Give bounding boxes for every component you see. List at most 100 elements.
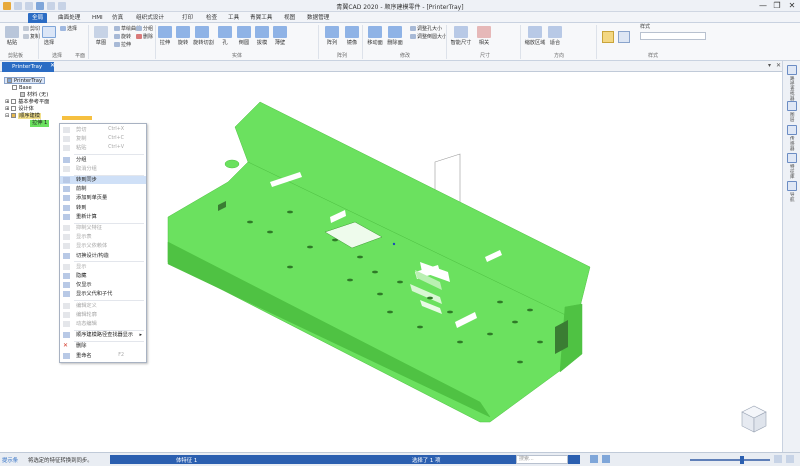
expand-icon[interactable]: ⊞ [5, 99, 9, 105]
fit-button[interactable]: 适合 [548, 26, 562, 46]
tab-surfacing[interactable]: 曲面处理 [58, 13, 80, 23]
graphics-window[interactable] [120, 72, 782, 452]
checkbox-icon[interactable] [11, 106, 17, 111]
context-menu-item[interactable]: 显示父代和子代 [60, 290, 146, 298]
zoom-area-button[interactable]: 缩放区域 [524, 26, 546, 46]
tab-tools[interactable]: 工具 [228, 13, 239, 23]
document-close-icon[interactable]: ✕ [776, 62, 781, 69]
resize-hole-button[interactable]: 调整孔大小 [410, 26, 442, 33]
tree-item-base[interactable]: Base [12, 85, 32, 92]
resize-round-button[interactable]: 调整倒圆大小 [410, 34, 447, 41]
collapse-icon[interactable]: ⊟ [5, 113, 9, 119]
part-model[interactable] [120, 72, 782, 452]
context-menu-item[interactable]: 剪切 Ctrl+X [60, 126, 146, 134]
context-menu-item[interactable]: 转到同步 [60, 176, 146, 184]
fit-view-icon[interactable] [774, 455, 782, 463]
tab-inspect[interactable]: 检查 [206, 13, 217, 23]
tab-print[interactable]: 打印 [182, 13, 193, 23]
tab-data-management[interactable]: 数据管理 [307, 13, 329, 23]
context-menu-item[interactable]: 动态编辑 [60, 320, 146, 328]
hole-button[interactable]: 孔 [218, 26, 232, 46]
round-button[interactable]: 倒圆 [236, 26, 252, 46]
group-small-button[interactable]: 分组 [136, 26, 153, 33]
extrude-small-button[interactable]: 拉伸 [114, 42, 131, 49]
document-menu-icon[interactable]: ▾ [768, 62, 771, 69]
tree-item-ordered[interactable]: ⊟ 顺序建模 [5, 113, 41, 120]
sketch-button[interactable]: 草图 [92, 26, 110, 46]
zoom-in-icon[interactable] [590, 455, 598, 463]
context-menu-item[interactable]: 转到 [60, 204, 146, 212]
tree-item-root[interactable]: PrinterTray [4, 77, 46, 84]
style-dropdown[interactable] [640, 32, 706, 40]
zoom-slider-track[interactable] [690, 459, 770, 461]
expand-icon[interactable]: ⊞ [5, 106, 9, 112]
context-menu-item[interactable]: 重新计算 [60, 213, 146, 221]
checkbox-icon[interactable] [12, 85, 17, 90]
context-menu-item[interactable]: 显示父依赖体 [60, 242, 146, 250]
revolve-button[interactable]: 旋转 [175, 26, 191, 46]
context-menu-item[interactable]: ✕ 删除 [60, 342, 146, 350]
context-menu-item[interactable]: 切换设计/构造 [60, 252, 146, 260]
context-menu-item[interactable]: 前制 [60, 185, 146, 193]
maximize-button[interactable]: ❐ [771, 1, 783, 11]
rotate-button[interactable]: 旋转 [114, 34, 131, 41]
select-small-button[interactable]: 选择 [60, 26, 77, 33]
relate-button[interactable]: 相关 [476, 26, 492, 46]
context-menu-item[interactable]: 仅显示 [60, 281, 146, 289]
tree-item-extrude[interactable]: 拉伸 1 [30, 120, 50, 127]
context-menu-item[interactable]: 顺序建模路径查找器显示 ▸ [60, 331, 146, 339]
tree-item-material[interactable]: 材料 (无) [20, 92, 48, 99]
smart-dimension-button[interactable]: 智能尺寸 [450, 26, 472, 46]
document-tab-close-icon[interactable]: ✕ [50, 62, 55, 69]
zoom-out-icon[interactable] [602, 455, 610, 463]
context-menu-item[interactable]: 显示 [60, 263, 146, 271]
tab-simulation[interactable]: 仿真 [112, 13, 123, 23]
sensors-icon[interactable] [787, 125, 797, 135]
context-menu-item[interactable]: 抑制父特征 [60, 224, 146, 232]
context-menu-item[interactable]: 分组 [60, 156, 146, 164]
tab-home[interactable]: 全局 [28, 13, 48, 23]
context-menu-item[interactable]: 取消分组 [60, 165, 146, 173]
prompt-bar-label-top[interactable]: 提示条 [2, 456, 18, 464]
minimize-button[interactable]: — [757, 1, 769, 11]
select-tool-button[interactable]: 选择 [40, 26, 58, 46]
paste-button[interactable]: 粘贴 [3, 26, 21, 46]
delete-small-button[interactable]: 删除 [136, 34, 153, 41]
context-menu-item[interactable]: 复制 Ctrl+C [60, 135, 146, 143]
close-button[interactable]: ✕ [786, 1, 798, 11]
extrude-button[interactable]: 拉伸 [157, 26, 173, 46]
context-menu-item[interactable]: 编辑轮廓 [60, 311, 146, 319]
path-finder-icon[interactable] [787, 65, 797, 75]
context-menu-item[interactable]: 添加到单页量 [60, 194, 146, 202]
context-menu-item[interactable]: 编辑定义 [60, 302, 146, 310]
navigation-icon[interactable] [787, 181, 797, 191]
tree-item-design-body[interactable]: ⊞ 设计体 [5, 106, 34, 113]
move-face-button[interactable]: 移动面 [366, 26, 384, 46]
context-menu-item[interactable]: 显示表 [60, 233, 146, 241]
command-search-input[interactable]: 搜索... [516, 455, 568, 464]
view-cube[interactable] [741, 405, 767, 433]
wireframe-icon[interactable] [618, 31, 630, 43]
solid-shading-icon[interactable] [602, 31, 614, 43]
layers-icon[interactable] [787, 101, 797, 111]
context-menu-item[interactable]: 隐藏 [60, 272, 146, 280]
pattern-button[interactable]: 阵列 [324, 26, 340, 46]
tab-view[interactable]: 视图 [284, 13, 295, 23]
feature-library-icon[interactable] [787, 153, 797, 163]
tab-assembly-design[interactable]: 组织式设计 [136, 13, 164, 23]
delete-face-button[interactable]: 删除面 [386, 26, 404, 46]
tree-item-ref-planes[interactable]: ⊞ 基本参考平面 [5, 99, 49, 106]
document-tab[interactable]: PrinterTray [2, 62, 54, 72]
tray-left-boss[interactable] [224, 159, 240, 169]
thin-wall-button[interactable]: 薄壁 [272, 26, 288, 46]
mirror-button[interactable]: 镜像 [344, 26, 360, 46]
tab-qingyi-tools[interactable]: 青翼工具 [250, 13, 272, 23]
settings-icon[interactable] [786, 455, 794, 463]
zoom-slider-thumb[interactable] [740, 456, 744, 464]
checkbox-icon[interactable] [11, 99, 17, 104]
draft-button[interactable]: 拔模 [254, 26, 270, 46]
revolve-cut-button[interactable]: 旋转切割 [193, 26, 214, 46]
tab-hmi[interactable]: HMI [92, 13, 103, 23]
context-menu-item[interactable]: 粘贴 Ctrl+V [60, 144, 146, 152]
context-menu-item[interactable]: 重命名 F2 [60, 352, 146, 360]
